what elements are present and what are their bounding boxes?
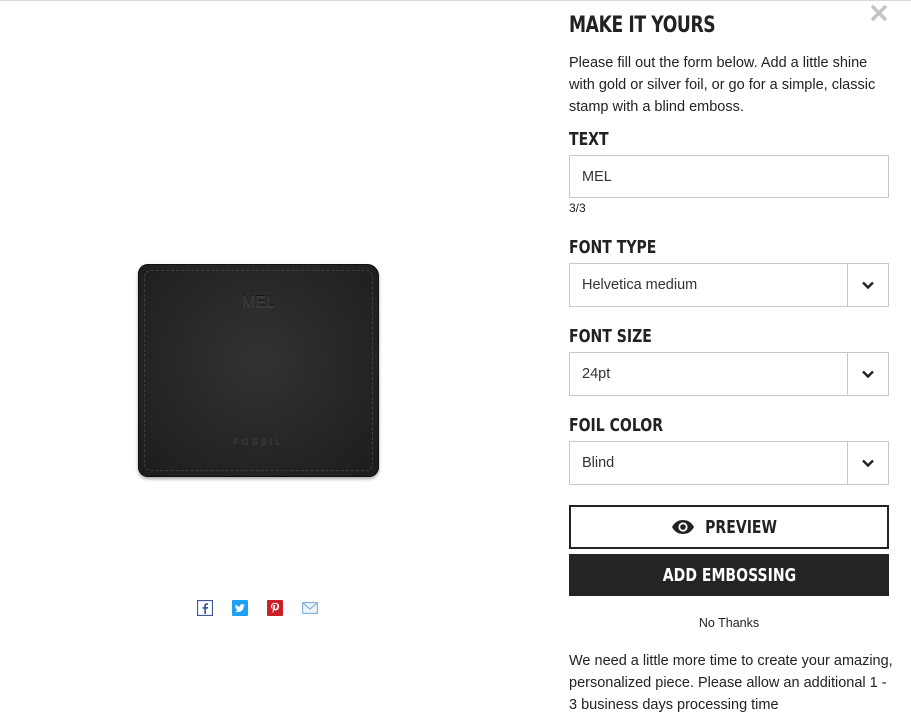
font-size-label: FONT SIZE (569, 326, 652, 347)
emboss-text-input[interactable] (569, 155, 889, 198)
eye-icon (671, 520, 694, 534)
product-wallet-image: MEL FOSSIL (138, 264, 379, 477)
font-type-selected-value: Helvetica medium (582, 277, 698, 293)
add-embossing-label: ADD EMBOSSING (662, 564, 796, 586)
chevron-down-icon[interactable] (861, 367, 875, 381)
wallet-brand-mark: FOSSIL (233, 437, 284, 447)
preview-button[interactable]: PREVIEW (569, 505, 889, 549)
preview-button-label: PREVIEW (705, 516, 777, 538)
select-divider (847, 264, 848, 306)
facebook-icon[interactable] (197, 600, 213, 616)
processing-time-notice: We need a little more time to create you… (569, 653, 893, 713)
font-type-label: FONT TYPE (569, 237, 657, 258)
share-bar (197, 600, 318, 616)
modal-title: MAKE IT YOURS (569, 13, 716, 38)
foil-color-label: FOIL COLOR (569, 415, 664, 436)
select-divider (847, 442, 848, 484)
chevron-down-icon[interactable] (861, 278, 875, 292)
wallet-emboss-preview: MEL (242, 294, 275, 311)
foil-color-select[interactable]: Blind (569, 441, 889, 485)
no-thanks-link[interactable]: No Thanks (569, 616, 889, 630)
character-counter: 3/3 (569, 201, 586, 215)
chevron-down-icon[interactable] (861, 456, 875, 470)
text-field-label: TEXT (569, 129, 609, 150)
font-type-select[interactable]: Helvetica medium (569, 263, 889, 307)
select-divider (847, 353, 848, 395)
twitter-icon[interactable] (232, 600, 248, 616)
font-size-select[interactable]: 24pt (569, 352, 889, 396)
email-icon[interactable] (302, 600, 318, 616)
pinterest-icon[interactable] (267, 600, 283, 616)
font-size-selected-value: 24pt (582, 366, 611, 382)
close-icon[interactable] (870, 4, 888, 22)
foil-color-selected-value: Blind (582, 455, 615, 471)
add-embossing-button[interactable]: ADD EMBOSSING (569, 554, 889, 596)
modal-intro-text: Please fill out the form below. Add a li… (569, 55, 876, 115)
